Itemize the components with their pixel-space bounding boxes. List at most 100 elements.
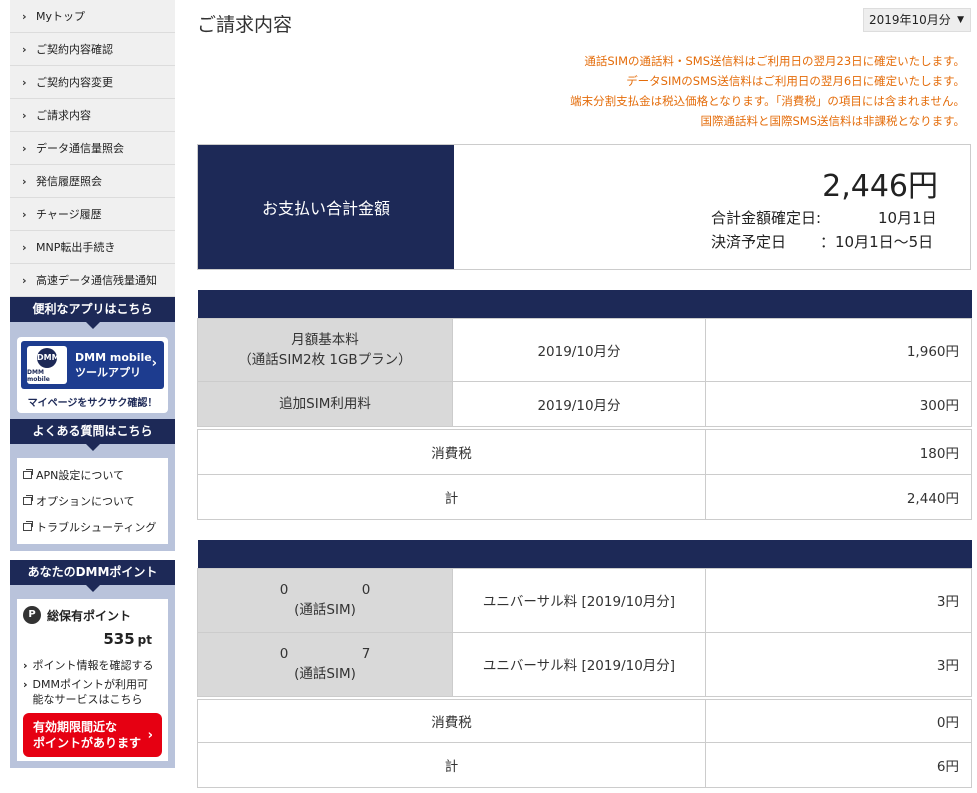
sidebar-item-label: ご契約内容変更 xyxy=(36,76,113,89)
sidebar: › Myトップ › ご契約内容確認 › ご契約内容変更 › ご請求内容 › データ通信量照会 › 発信… xyxy=(10,0,175,793)
app-banner-line2: ツールアプリ xyxy=(75,366,141,379)
chevron-right-icon: › xyxy=(22,9,27,23)
sidebar-item-data-usage[interactable]: › データ通信量照会 xyxy=(10,132,175,165)
billing-notes: 通話SIMの通話料・SMS送信料はご利用日の翌月23日に確定いたします。 データ… xyxy=(570,51,965,131)
month-select[interactable]: 2019年10月分 ▼ xyxy=(863,8,971,32)
sidebar-item-my-top[interactable]: › Myトップ xyxy=(10,0,175,33)
sidebar-item-label: ご請求内容 xyxy=(36,109,91,122)
note-line: 国際通話料と国際SMS送信料は非課税となります。 xyxy=(700,114,965,128)
points-services-link[interactable]: › DMMポイントが利用可 能なサービスはこちら xyxy=(23,677,162,707)
sidebar-item-call-history[interactable]: › 発信履歴照会 xyxy=(10,165,175,198)
points-value: 535 pt xyxy=(23,630,152,648)
sim1-amount: 3円 xyxy=(705,567,972,633)
chevron-right-icon: › xyxy=(151,356,157,371)
table-row: 追加SIM利用料 2019/10月分 300円 xyxy=(197,380,972,427)
expiring-points-line1: 有効期限間近な xyxy=(33,720,118,734)
table-row: 月額基本料 （通話SIM2枚 1GBプラン） 2019/10月分 1,960円 xyxy=(197,317,972,382)
payment-date-label: 決済予定日 xyxy=(711,233,787,251)
confirm-date-label: 合計金額確定日: xyxy=(711,209,822,227)
sidebar-item-speed-notice[interactable]: › 高速データ通信残量通知 xyxy=(10,264,175,297)
tax-label: 消費税 xyxy=(197,428,706,475)
subtotal-label: 計 xyxy=(197,473,706,520)
basic-fee-label-line1: 月額基本料 xyxy=(291,331,359,348)
subtotal-amount: 2,440円 xyxy=(705,473,972,520)
points-info-link-label: ポイント情報を確認する xyxy=(32,659,154,672)
dmm-logo-subtext: DMM mobile xyxy=(27,368,50,383)
basic-fee-amount: 1,960円 xyxy=(705,317,972,382)
app-banner-top: DMM DMM mobile DMM mobile ツールアプリ › xyxy=(21,341,164,389)
extra-sim-period: 2019/10月分 xyxy=(452,380,706,427)
sidebar-item-label: ご契約内容確認 xyxy=(36,43,113,56)
sim1-item: ユニバーサル料 [2019/10月分] xyxy=(452,567,706,633)
chevron-right-icon: › xyxy=(22,207,27,221)
faq-list: APN設定について オプションについて トラブルシューティング xyxy=(17,458,168,544)
chevron-right-icon: › xyxy=(147,728,153,743)
chevron-right-icon: › xyxy=(22,174,27,188)
sidebar-item-contract-check[interactable]: › ご契約内容確認 xyxy=(10,33,175,66)
points-number: 535 xyxy=(103,630,135,648)
sidebar-item-mnp-transfer[interactable]: › MNP転出手続き xyxy=(10,231,175,264)
table-row: 消費税 0円 xyxy=(197,698,972,743)
faq-link-options[interactable]: オプションについて xyxy=(17,488,168,514)
caret-down-icon: ▼ xyxy=(957,15,964,25)
confirm-date-value: 10月1日 xyxy=(878,209,937,227)
external-link-icon xyxy=(23,469,33,479)
payment-date-value: ：10月1日〜5日 xyxy=(820,233,934,251)
points-section: P 総保有ポイント 535 pt › ポイント情報を確認する › DMMポイントが利用… xyxy=(10,585,175,768)
sidebar-item-label: MNP転出手続き xyxy=(36,241,116,254)
table-row: 消費税 180円 xyxy=(197,428,972,475)
dmm-mobile-logo: DMM DMM mobile xyxy=(27,346,67,384)
faq-section-header: よくある質問はこちら xyxy=(10,419,175,451)
sidebar-item-label: チャージ履歴 xyxy=(36,208,102,221)
chevron-right-icon: › xyxy=(23,659,28,672)
app-banner[interactable]: DMM DMM mobile DMM mobile ツールアプリ › マイページ… xyxy=(17,337,168,413)
external-link-icon xyxy=(23,495,33,505)
sidebar-item-label: 高速データ通信残量通知 xyxy=(36,274,157,287)
app-banner-caption: マイページをサクサク確認！ xyxy=(27,398,158,409)
month-select-value: 2019年10月分 xyxy=(869,13,951,27)
expiring-points-button[interactable]: 有効期限間近な ポイントがあります › xyxy=(23,713,162,757)
basic-fee-label-line2: （通話SIM2枚 1GBプラン） xyxy=(238,351,412,368)
sidebar-item-billing[interactable]: › ご請求内容 xyxy=(10,99,175,132)
app-section: DMM DMM mobile DMM mobile ツールアプリ › マイページ… xyxy=(10,322,175,419)
app-section-header: 便利なアプリはこちら xyxy=(10,297,175,329)
sim1-type: (通話SIM) xyxy=(294,602,356,618)
points-box: P 総保有ポイント 535 pt › ポイント情報を確認する › DMMポイントが利用… xyxy=(17,599,168,761)
faq-link-label: オプションについて xyxy=(36,495,135,508)
sim2-number-part: 0 xyxy=(279,646,289,662)
table-row: 07 (通話SIM) ユニバーサル料 [2019/10月分] 3円 xyxy=(197,631,972,697)
sim1-label: 0 0 (通話SIM) xyxy=(197,567,453,633)
points-services-line1: DMMポイントが利用可 xyxy=(32,678,148,691)
sim1-number-part: 0 xyxy=(361,582,371,598)
points-info-link[interactable]: › ポイント情報を確認する xyxy=(23,658,162,673)
billing-table-universal: 00 (通話SIM) ユニバーサル料 [2019/10月分] 3円 07 (通話… xyxy=(197,540,972,788)
sim2-amount: 3円 xyxy=(705,631,972,697)
note-line: 通話SIMの通話料・SMS送信料はご利用日の翌月23日に確定いたします。 xyxy=(584,54,965,68)
extra-sim-amount: 300円 xyxy=(705,380,972,427)
faq-link-troubleshooting[interactable]: トラブルシューティング xyxy=(17,514,168,540)
expiring-points-line2: ポイントがあります xyxy=(33,736,142,750)
faq-section-title: よくある質問はこちら xyxy=(32,424,153,438)
sidebar-item-contract-change[interactable]: › ご契約内容変更 xyxy=(10,66,175,99)
faq-section: APN設定について オプションについて トラブルシューティング xyxy=(10,444,175,551)
sim1-number-part: 0 xyxy=(279,582,289,598)
note-line: データSIMのSMS送信料はご利用日の翌月6日に確定いたします。 xyxy=(626,74,965,88)
extra-sim-label: 追加SIM利用料 xyxy=(197,380,453,427)
faq-link-apn[interactable]: APN設定について xyxy=(17,462,168,488)
sidebar-item-charge-history[interactable]: › チャージ履歴 xyxy=(10,198,175,231)
sidebar-item-label: データ通信量照会 xyxy=(36,142,124,155)
chevron-right-icon: › xyxy=(22,108,27,122)
chevron-right-icon: › xyxy=(22,42,27,56)
page-title: ご請求内容 xyxy=(197,14,293,36)
note-line: 端末分割支払金は税込価格となります。「消費税」の項目には含まれません。 xyxy=(570,94,965,108)
app-banner-text: DMM mobile ツールアプリ xyxy=(75,350,152,380)
subtotal-amount: 6円 xyxy=(705,741,972,788)
app-section-title: 便利なアプリはこちら xyxy=(32,302,153,316)
sim2-number: 07 xyxy=(198,644,452,664)
sim2-number-part: 7 xyxy=(361,646,371,662)
points-unit: pt xyxy=(137,633,152,647)
notch-arrow xyxy=(84,584,101,592)
point-p-icon: P xyxy=(23,606,41,624)
payment-total-box: お支払い合計金額 2,446円 合計金額確定日: 10月1日 決済予定日 ：10… xyxy=(197,144,971,270)
payment-total-details: 2,446円 合計金額確定日: 10月1日 決済予定日 ：10月1日〜5日 xyxy=(454,145,970,269)
